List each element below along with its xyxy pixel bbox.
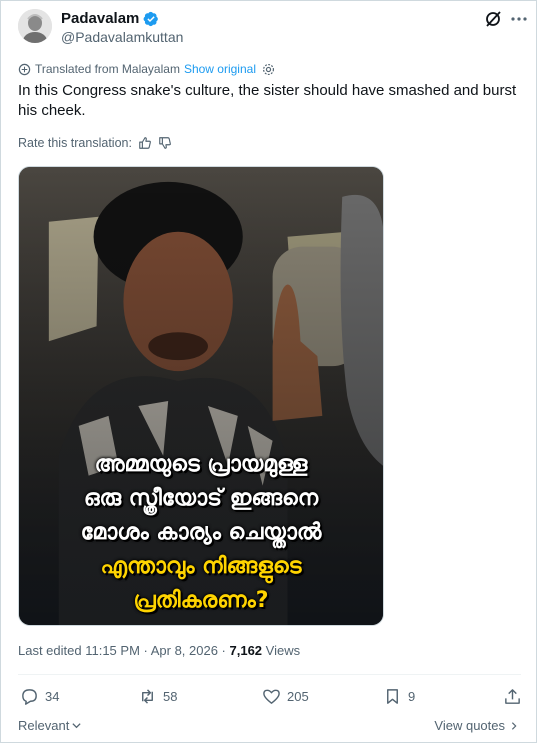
like-button[interactable]: 205 bbox=[262, 687, 309, 706]
media-caption-line-1: അമ്മയുടെ പ്രായമുള്ള bbox=[94, 452, 308, 477]
rate-translation-label: Rate this translation: bbox=[18, 136, 132, 150]
author-handle[interactable]: @Padavalamkuttan bbox=[61, 29, 183, 45]
reply-count: 34 bbox=[45, 689, 60, 704]
show-original-link[interactable]: Show original bbox=[184, 62, 256, 76]
divider bbox=[18, 674, 521, 675]
translate-icon bbox=[18, 63, 31, 75]
author-name-row[interactable]: Padavalam bbox=[61, 10, 159, 27]
media-caption-line-2: ഒരു സ്ത്രീയോട് ഇങ്ങനെ bbox=[83, 486, 319, 511]
action-bar: 34 58 205 9 bbox=[18, 687, 523, 709]
views-label: Views bbox=[262, 643, 301, 658]
bookmark-icon bbox=[387, 689, 398, 704]
media-caption-line-5: പ്രതികരണം? bbox=[133, 588, 269, 613]
rate-translation: Rate this translation: bbox=[18, 136, 172, 150]
reply-button[interactable]: 34 bbox=[20, 687, 59, 706]
thumbs-down-icon[interactable] bbox=[158, 136, 172, 150]
heart-icon bbox=[263, 689, 280, 704]
avatar[interactable] bbox=[18, 9, 52, 43]
tweet-media-image[interactable]: അമ്മയുടെ പ്രായമുള്ള ഒരു സ്ത്രീയോട് ഇങ്ങന… bbox=[18, 166, 384, 626]
share-icon bbox=[505, 689, 520, 704]
chevron-down-icon bbox=[72, 723, 81, 729]
view-quotes-link[interactable]: View quotes bbox=[434, 718, 519, 733]
edited-timestamp[interactable]: Last edited 11:15 PM · Apr 8, 2026 · bbox=[18, 643, 230, 658]
media-caption-line-3: മോശം കാര്യം ചെയ്താൽ bbox=[80, 520, 322, 545]
tweet-card: Padavalam @Padavalamkuttan Translated fr… bbox=[0, 0, 537, 743]
like-count: 205 bbox=[287, 689, 309, 704]
grok-icon[interactable] bbox=[484, 9, 504, 29]
sort-replies-dropdown[interactable]: Relevant bbox=[18, 718, 82, 733]
views-count: 7,162 bbox=[229, 643, 263, 658]
bookmark-button[interactable]: 9 bbox=[383, 687, 415, 706]
reply-icon bbox=[22, 689, 37, 705]
repost-count: 58 bbox=[163, 689, 178, 704]
verified-badge-icon bbox=[143, 11, 159, 26]
translation-notice-text: Translated from Malayalam bbox=[35, 62, 180, 76]
avatar-image bbox=[18, 9, 52, 43]
repost-button[interactable]: 58 bbox=[138, 687, 177, 706]
author-display-name[interactable]: Padavalam bbox=[61, 10, 139, 27]
translation-notice: Translated from Malayalam Show original bbox=[18, 62, 275, 76]
tweet-meta: Last edited 11:15 PM · Apr 8, 2026 · 7,1… bbox=[18, 643, 300, 658]
gear-icon[interactable] bbox=[262, 63, 275, 76]
view-quotes-label: View quotes bbox=[434, 718, 505, 733]
thumbs-up-icon[interactable] bbox=[138, 136, 152, 150]
tweet-text: In this Congress snake's culture, the si… bbox=[18, 82, 517, 119]
bookmark-count: 9 bbox=[408, 689, 416, 704]
more-options-icon[interactable] bbox=[509, 9, 529, 29]
share-button[interactable] bbox=[503, 687, 522, 706]
sort-label: Relevant bbox=[18, 718, 70, 733]
repost-icon bbox=[142, 689, 153, 704]
media-caption-line-4: എന്താവും നിങ്ങളുടെ bbox=[100, 554, 302, 579]
chevron-right-icon bbox=[511, 721, 517, 730]
